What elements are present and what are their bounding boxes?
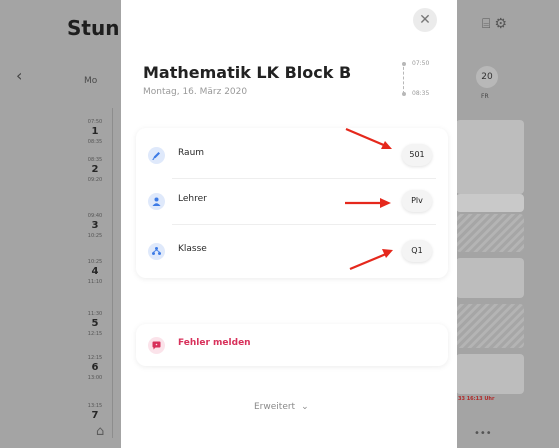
- chevron-down-icon: ⌄: [301, 402, 309, 412]
- room-value: 501: [402, 144, 432, 166]
- lesson-card[interactable]: [456, 120, 524, 194]
- annotation-arrow: [349, 249, 393, 271]
- time-range-line: [403, 62, 404, 94]
- info-row-class[interactable]: Klasse Q1: [136, 230, 448, 272]
- period-item: 12:15 6 13:00: [87, 355, 103, 381]
- lesson-card[interactable]: [456, 304, 524, 348]
- chat-bubble-icon: [148, 337, 165, 354]
- more-icon[interactable]: •••: [474, 428, 492, 439]
- group-icon: [148, 243, 165, 260]
- info-row-room[interactable]: Raum 501: [136, 134, 448, 176]
- time-end: 08:35: [412, 90, 430, 97]
- lesson-date: Montag, 16. März 2020: [143, 87, 248, 97]
- app-title: Stun: [67, 16, 120, 40]
- period-item: 09:40 3 10:25: [87, 213, 103, 239]
- lesson-card[interactable]: [456, 354, 524, 394]
- notice-text: 33 16:13 Uhr: [458, 396, 495, 402]
- row-label: Raum: [178, 148, 205, 158]
- extended-toggle[interactable]: Erweitert ⌄: [254, 402, 309, 412]
- info-row-teacher[interactable]: Lehrer Plv: [136, 180, 448, 222]
- teacher-value: Plv: [402, 190, 432, 212]
- lock-icon[interactable]: ⌸: [482, 16, 494, 32]
- column-divider: [112, 108, 113, 438]
- report-error-label: Fehler melden: [178, 338, 251, 348]
- row-label: Lehrer: [178, 194, 207, 204]
- close-icon[interactable]: ✕: [413, 8, 437, 32]
- period-item: 11:30 5 12:15: [87, 311, 103, 337]
- weekday-label: FR: [481, 93, 489, 100]
- lesson-title: Mathematik LK Block B: [143, 63, 352, 82]
- lesson-card[interactable]: [456, 214, 524, 252]
- home-icon[interactable]: ⌂: [96, 424, 104, 439]
- period-item: 10:25 4 11:10: [87, 259, 103, 285]
- extended-label: Erweitert: [254, 402, 296, 412]
- time-start: 07:50: [412, 60, 430, 67]
- annotation-arrow: [345, 198, 391, 208]
- day-label: Mo: [84, 76, 98, 86]
- pencil-icon: [148, 147, 165, 164]
- annotation-arrow: [345, 127, 392, 149]
- row-label: Klasse: [178, 244, 207, 254]
- toolbar-icons: ⌸⚙: [482, 16, 511, 32]
- person-icon: [148, 193, 165, 210]
- period-item: 13:15 7: [87, 403, 103, 421]
- row-divider: [172, 178, 436, 179]
- period-item: 08:35 2 09:20: [87, 157, 103, 183]
- report-error-button[interactable]: Fehler melden: [136, 324, 448, 366]
- class-value: Q1: [402, 240, 432, 262]
- period-item: 07:50 1 08:35: [87, 119, 103, 145]
- lesson-card[interactable]: [456, 194, 524, 212]
- time-end-dot: [402, 92, 406, 96]
- date-circle[interactable]: 20: [476, 66, 498, 88]
- lesson-card[interactable]: [456, 258, 524, 298]
- period-column: 07:50 1 08:35 08:35 2 09:20 09:40 3 10:2…: [80, 108, 110, 448]
- gear-icon[interactable]: ⚙: [494, 16, 511, 32]
- row-divider: [172, 224, 436, 225]
- time-start-dot: [402, 62, 406, 66]
- chevron-left-icon[interactable]: ‹: [16, 66, 22, 85]
